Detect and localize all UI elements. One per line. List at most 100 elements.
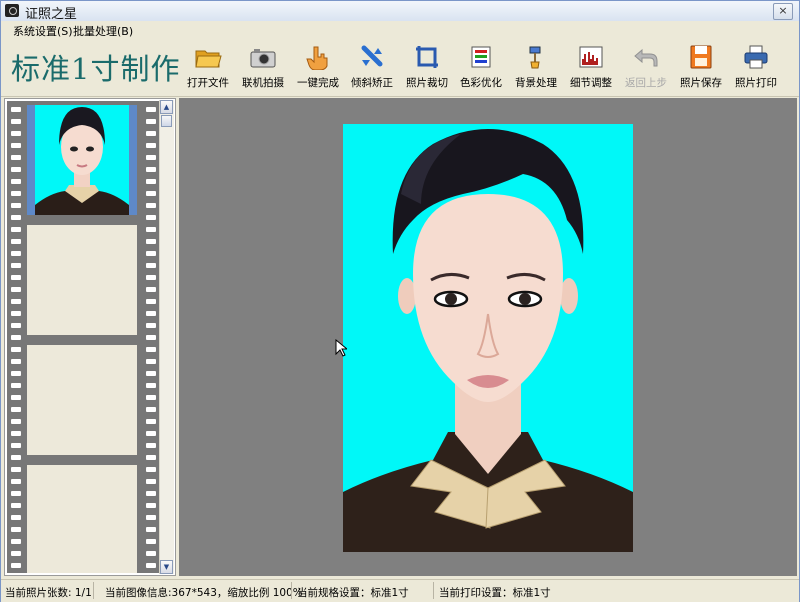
film-hole xyxy=(11,419,21,424)
crop-icon xyxy=(413,44,441,70)
save-photo-button[interactable]: 照片保存 xyxy=(672,44,730,92)
film-hole xyxy=(146,299,156,304)
film-hole xyxy=(146,191,156,196)
color-optimize-button[interactable]: 色彩优化 xyxy=(452,44,510,92)
film-hole xyxy=(11,323,21,328)
film-hole xyxy=(11,131,21,136)
film-hole xyxy=(146,323,156,328)
thumbnail-panel: ▲ ▼ xyxy=(4,98,176,576)
thumbnail-frame-2[interactable] xyxy=(27,225,137,335)
photo-crop-button[interactable]: 照片裁切 xyxy=(398,44,456,92)
film-hole xyxy=(11,503,21,508)
open-file-button[interactable]: 打开文件 xyxy=(179,44,237,92)
film-hole xyxy=(11,143,21,148)
film-hole xyxy=(11,239,21,244)
photo-canvas[interactable] xyxy=(179,98,797,576)
tool-label: 打开文件 xyxy=(187,77,229,89)
film-hole xyxy=(146,407,156,412)
app-window: 证照之星 × 系统设置(S) 批量处理(B) 标准1寸制作 打开文件 联机拍摄 … xyxy=(0,0,800,602)
undo-button[interactable]: 返回上步 xyxy=(617,44,675,92)
camera-icon xyxy=(249,44,277,70)
scroll-thumb[interactable] xyxy=(161,115,172,127)
film-hole xyxy=(11,191,21,196)
film-hole xyxy=(146,467,156,472)
tool-label: 一键完成 xyxy=(297,77,339,89)
film-hole xyxy=(146,539,156,544)
brush-icon xyxy=(522,44,550,70)
tool-label: 背景处理 xyxy=(515,77,557,89)
hand-click-icon xyxy=(304,44,332,71)
film-hole xyxy=(146,275,156,280)
film-hole xyxy=(11,215,21,220)
film-hole xyxy=(11,539,21,544)
film-hole xyxy=(11,203,21,208)
histogram-icon xyxy=(577,44,605,70)
scroll-down-button[interactable]: ▼ xyxy=(160,560,173,574)
mode-title: 标准1寸制作 xyxy=(11,52,181,86)
print-photo-button[interactable]: 照片打印 xyxy=(727,44,785,92)
scroll-up-button[interactable]: ▲ xyxy=(160,100,173,114)
film-hole xyxy=(11,107,21,112)
film-hole xyxy=(11,395,21,400)
film-hole xyxy=(11,515,21,520)
tool-label: 色彩优化 xyxy=(460,77,502,89)
camera-app-icon xyxy=(5,4,19,17)
film-holes-left xyxy=(10,101,22,573)
tool-label: 联机拍摄 xyxy=(242,77,284,89)
film-hole xyxy=(146,119,156,124)
status-photo-count: 当前照片张数: 1/1 xyxy=(5,587,92,599)
film-hole xyxy=(11,407,21,412)
thumbnail-frame-4[interactable] xyxy=(27,465,137,573)
rotate-correct-icon xyxy=(358,44,386,70)
thumbnail-frame-1[interactable] xyxy=(27,105,137,215)
film-hole xyxy=(146,227,156,232)
tool-label: 细节调整 xyxy=(570,77,612,89)
thumbnail-scrollbar[interactable]: ▲ ▼ xyxy=(159,100,174,574)
film-hole xyxy=(146,443,156,448)
undo-icon xyxy=(632,44,660,70)
film-hole xyxy=(11,383,21,388)
save-icon xyxy=(687,44,715,70)
background-process-button[interactable]: 背景处理 xyxy=(507,44,565,92)
film-hole xyxy=(146,551,156,556)
status-separator xyxy=(433,582,434,599)
film-hole xyxy=(11,335,21,340)
film-hole xyxy=(146,491,156,496)
detail-adjust-button[interactable]: 细节调整 xyxy=(562,44,620,92)
film-hole xyxy=(11,479,21,484)
film-hole xyxy=(146,455,156,460)
tilt-correction-button[interactable]: 倾斜矫正 xyxy=(343,44,401,92)
film-hole xyxy=(11,311,21,316)
film-holes-right xyxy=(145,101,157,573)
menu-batch-processing[interactable]: 批量处理(B) xyxy=(73,23,133,39)
film-hole xyxy=(146,419,156,424)
film-hole xyxy=(146,563,156,568)
one-click-finish-button[interactable]: 一键完成 xyxy=(289,44,347,92)
menu-bar: 系统设置(S) 批量处理(B) xyxy=(1,21,799,38)
thumbnail-frame-3[interactable] xyxy=(27,345,137,455)
portrait-image xyxy=(343,124,633,552)
film-hole xyxy=(146,143,156,148)
camera-capture-button[interactable]: 联机拍摄 xyxy=(234,44,292,92)
film-hole xyxy=(146,503,156,508)
film-hole xyxy=(11,455,21,460)
status-separator xyxy=(291,582,292,599)
close-button[interactable]: × xyxy=(773,3,793,20)
film-hole xyxy=(146,251,156,256)
film-hole xyxy=(11,563,21,568)
tool-label: 照片打印 xyxy=(735,77,777,89)
film-hole xyxy=(11,179,21,184)
film-hole xyxy=(11,167,21,172)
film-hole xyxy=(11,371,21,376)
film-hole xyxy=(146,359,156,364)
film-hole xyxy=(146,515,156,520)
film-hole xyxy=(11,155,21,160)
menu-system-settings[interactable]: 系统设置(S) xyxy=(13,23,73,39)
film-hole xyxy=(11,119,21,124)
film-hole xyxy=(146,131,156,136)
photo-thumbnail xyxy=(35,105,129,215)
film-hole xyxy=(11,443,21,448)
film-hole xyxy=(146,239,156,244)
film-hole xyxy=(146,395,156,400)
status-separator xyxy=(93,582,94,599)
